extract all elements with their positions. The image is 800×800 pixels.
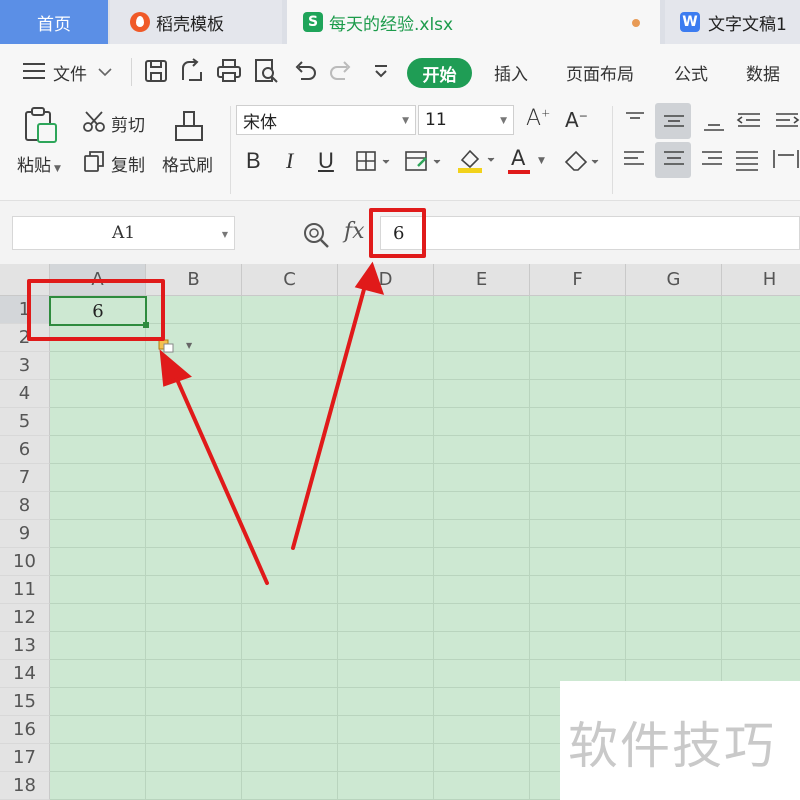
arrow-to-cell (170, 366, 269, 585)
arrow-to-formula (291, 280, 368, 550)
watermark-text: 软件技巧 (568, 717, 776, 775)
arrow-head-cell (159, 349, 192, 387)
arrow-head-formula (354, 261, 385, 295)
annotation-arrows (159, 261, 385, 585)
